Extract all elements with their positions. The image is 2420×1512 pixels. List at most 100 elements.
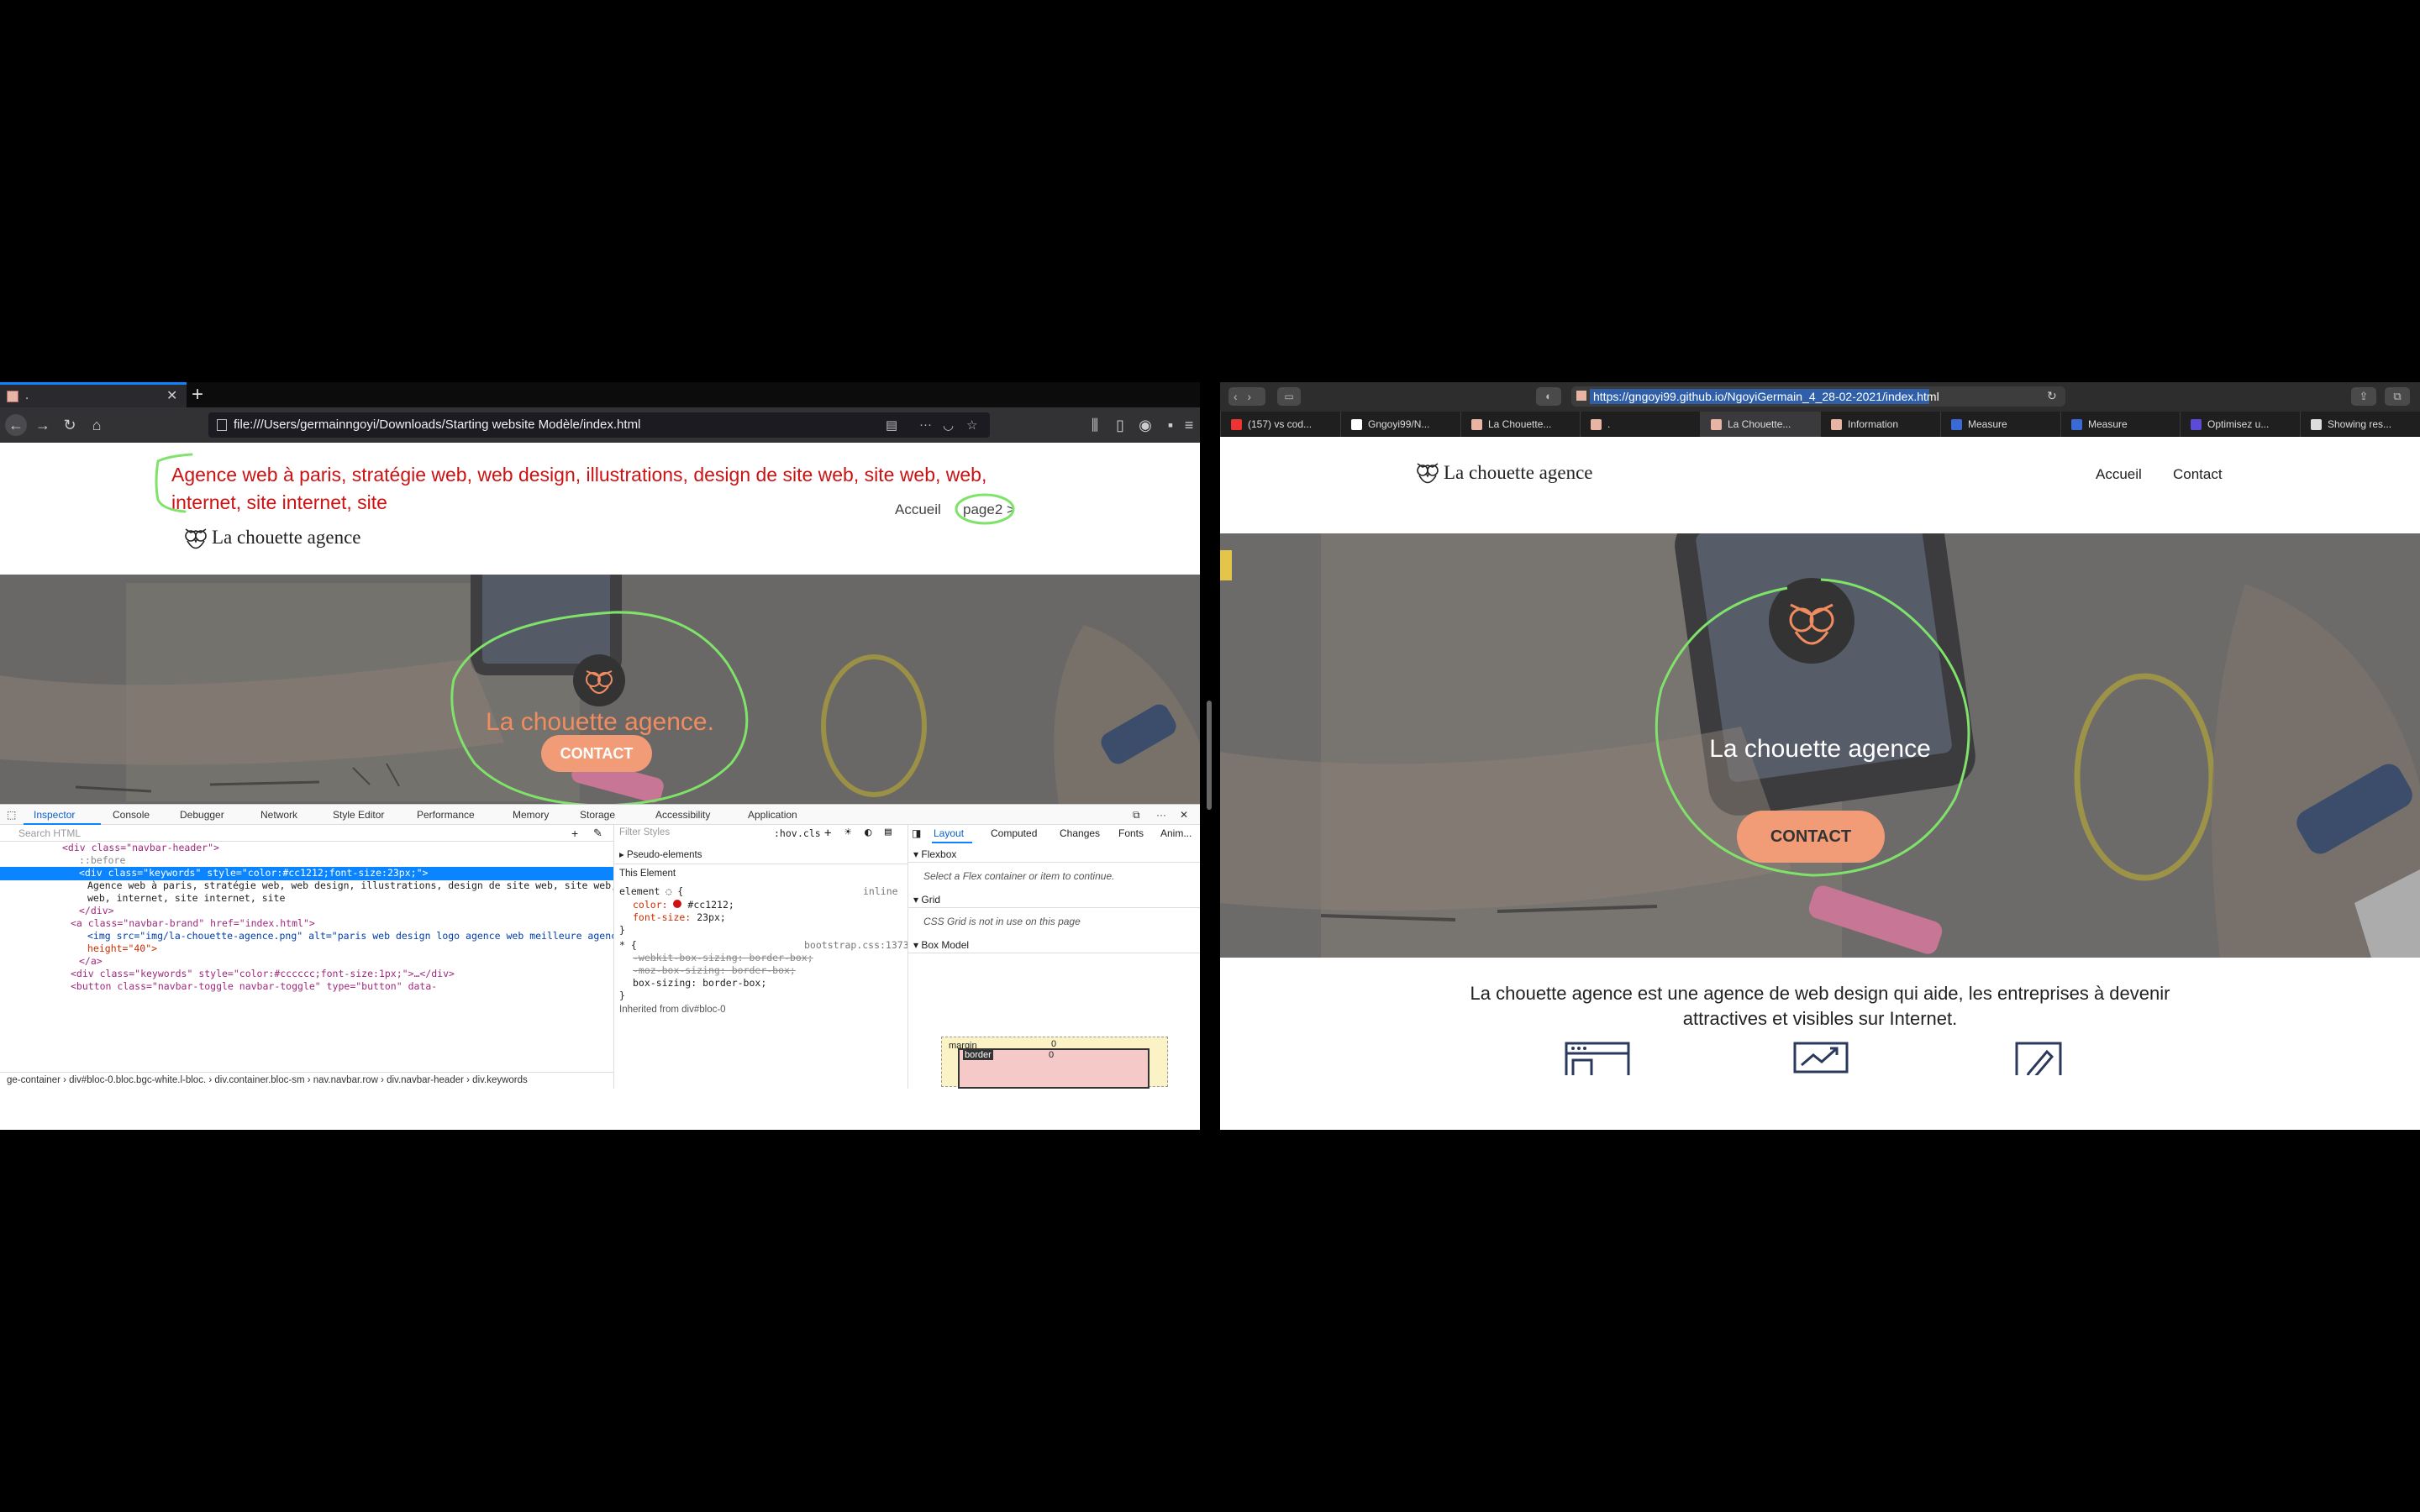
webkit-box-sizing-declaration[interactable]: -webkit-box-sizing: border-box;: [633, 952, 813, 963]
safari-tab[interactable]: Showing res...: [2300, 412, 2420, 437]
html-tree-line-selected[interactable]: <div class="keywords" style="color:#cc12…: [0, 867, 613, 880]
html-breadcrumbs[interactable]: ge-container › div#bloc-0.bloc.bgc-white…: [0, 1072, 613, 1089]
element-picker-icon[interactable]: ⬚: [7, 809, 16, 821]
split-view-divider-handle[interactable]: [1207, 701, 1212, 810]
flexbox-section-header[interactable]: ▾ Flexbox: [913, 848, 956, 860]
account-icon[interactable]: ◉: [1134, 414, 1156, 436]
cls-toggle[interactable]: .cls: [797, 827, 821, 839]
html-tree-line[interactable]: Agence web à paris, stratégie web, web d…: [0, 879, 613, 893]
devtools-tab-style-editor[interactable]: Style Editor: [333, 809, 384, 821]
safari-tab[interactable]: Optimisez u...: [2180, 412, 2300, 437]
url-bar[interactable]: file:///Users/germainngoyi/Downloads/Sta…: [208, 412, 990, 438]
eyedropper-icon[interactable]: ✎: [593, 827, 602, 840]
back-arrow-icon[interactable]: ←: [5, 414, 27, 436]
brand-name: La chouette agence: [212, 527, 361, 548]
html-search-bar[interactable]: Search HTML + ✎: [0, 825, 613, 842]
safari-tab[interactable]: .: [1580, 412, 1700, 437]
tab-changes[interactable]: Changes: [1060, 827, 1100, 839]
nav-link-accueil[interactable]: Accueil: [895, 501, 941, 518]
close-tab-icon[interactable]: ✕: [166, 387, 177, 404]
new-tab-button[interactable]: +: [192, 383, 203, 407]
html-tree-line[interactable]: <div class="navbar-header">: [0, 842, 613, 855]
tab-animations[interactable]: Anim...: [1160, 827, 1192, 839]
sidebar-toggle-icon[interactable]: ◨: [912, 827, 921, 839]
devtools-tab-application[interactable]: Application: [748, 809, 797, 821]
bookmark-star-icon[interactable]: ☆: [966, 417, 977, 433]
firefox-tab[interactable]: . ✕: [0, 382, 187, 407]
dock-options-icon[interactable]: ⧉: [1133, 809, 1140, 822]
inherited-header: Inherited from div#bloc-0: [619, 1005, 726, 1015]
share-icon[interactable]: ⇪: [2351, 387, 2376, 406]
color-swatch-icon[interactable]: [673, 900, 682, 908]
tab-layout[interactable]: Layout: [934, 827, 964, 839]
html-tree-line[interactable]: <div class="keywords" style="color:#cccc…: [0, 968, 613, 981]
html-tree-line[interactable]: <img src="img/la-chouette-agence.png" al…: [0, 930, 613, 943]
grid-section-header[interactable]: ▾ Grid: [913, 894, 940, 906]
nav-link-accueil[interactable]: Accueil: [2096, 466, 2142, 483]
reader-view-icon[interactable]: ▤: [886, 417, 897, 433]
safari-tab[interactable]: La Chouette...: [1460, 412, 1581, 437]
html-search-input[interactable]: Search HTML: [18, 827, 81, 839]
bootstrap-source-link[interactable]: bootstrap.css:1373: [804, 939, 909, 951]
box-sizing-declaration[interactable]: box-sizing: border-box;: [633, 977, 766, 989]
moz-box-sizing-declaration[interactable]: -moz-box-sizing: border-box;: [633, 964, 796, 976]
privacy-report-icon[interactable]: ◐: [1536, 387, 1561, 406]
safari-url-bar[interactable]: https://gngoyi99.github.io/NgoyiGermain_…: [1571, 386, 2065, 407]
safari-tab[interactable]: La Chouette...: [1700, 412, 1820, 437]
tab-favicon-icon: [1831, 419, 1842, 430]
back-forward-buttons[interactable]: ‹ ›: [1228, 387, 1265, 406]
page-actions-icon[interactable]: ···: [919, 417, 932, 432]
html-tree-line[interactable]: height="40">: [0, 942, 613, 956]
devtools-tab-console[interactable]: Console: [113, 809, 150, 821]
safari-tab[interactable]: Information: [1820, 412, 1940, 437]
light-theme-icon[interactable]: ☀: [844, 826, 851, 839]
devtools-menu-icon[interactable]: ···: [1156, 809, 1166, 821]
html-tree-line[interactable]: </div>: [0, 905, 613, 918]
devtools-tab-debugger[interactable]: Debugger: [180, 809, 224, 821]
html-tree-line[interactable]: web, internet, site internet, site: [0, 892, 613, 906]
library-icon[interactable]: ⫼: [1084, 414, 1106, 436]
pseudo-elements-header[interactable]: ▸ Pseudo-elements: [619, 848, 702, 860]
html-tree-line[interactable]: <button class="navbar-toggle navbar-togg…: [0, 980, 613, 994]
font-size-declaration[interactable]: font-size: 23px;: [633, 911, 726, 923]
sidebar-icon[interactable]: ▯: [1109, 414, 1131, 436]
print-media-icon[interactable]: ▤: [885, 826, 892, 838]
tab-overview-icon[interactable]: ⧉: [2385, 387, 2410, 406]
forward-arrow-icon[interactable]: →: [32, 414, 54, 436]
page-favicon-icon: [7, 391, 18, 402]
devtools-tab-accessibility[interactable]: Accessibility: [655, 809, 710, 821]
devtools-tab-network[interactable]: Network: [260, 809, 297, 821]
dark-theme-icon[interactable]: ◐: [865, 826, 871, 839]
home-icon[interactable]: ⌂: [86, 414, 108, 436]
border-top-value[interactable]: 0: [1049, 1050, 1054, 1060]
filter-styles-input[interactable]: Filter Styles: [619, 827, 670, 837]
close-devtools-icon[interactable]: ✕: [1180, 809, 1188, 821]
reload-icon[interactable]: ↻: [59, 414, 81, 436]
hov-toggle[interactable]: :hov: [774, 827, 797, 839]
nav-link-contact[interactable]: Contact: [2173, 466, 2223, 483]
devtools-tab-storage[interactable]: Storage: [580, 809, 615, 821]
tab-fonts[interactable]: Fonts: [1118, 827, 1144, 839]
color-declaration[interactable]: color: #cc1212;: [633, 899, 734, 911]
add-node-icon[interactable]: +: [571, 827, 578, 840]
sidebar-icon[interactable]: ▭: [1277, 387, 1301, 406]
box-model-section-header[interactable]: ▾ Box Model: [913, 939, 969, 951]
safari-tab[interactable]: Measure: [2060, 412, 2181, 437]
pocket-icon[interactable]: ◡: [943, 417, 954, 433]
hamburger-menu-icon[interactable]: ≡: [1178, 414, 1200, 436]
html-tree-line[interactable]: <a class="navbar-brand" href="index.html…: [0, 917, 613, 931]
devtools-tab-inspector[interactable]: Inspector: [34, 809, 75, 821]
safari-tab[interactable]: Measure: [1940, 412, 2060, 437]
brand-logo-link[interactable]: La chouette agence: [1415, 459, 1593, 488]
reload-icon[interactable]: ↻: [2047, 389, 2057, 403]
html-tree-line[interactable]: ::before: [0, 854, 613, 868]
safari-tab-bar: (157) vs cod... Gngoyi99/N... La Chouette.…: [1220, 412, 2420, 437]
devtools-tab-performance[interactable]: Performance: [417, 809, 475, 821]
box-model-border[interactable]: border 0: [958, 1048, 1150, 1089]
tab-computed[interactable]: Computed: [991, 827, 1037, 839]
add-rule-icon[interactable]: +: [824, 827, 831, 840]
html-tree-line[interactable]: </a>: [0, 955, 613, 969]
safari-tab[interactable]: Gngoyi99/N...: [1340, 412, 1460, 437]
safari-tab[interactable]: (157) vs cod...: [1220, 412, 1340, 437]
devtools-tab-memory[interactable]: Memory: [513, 809, 549, 821]
